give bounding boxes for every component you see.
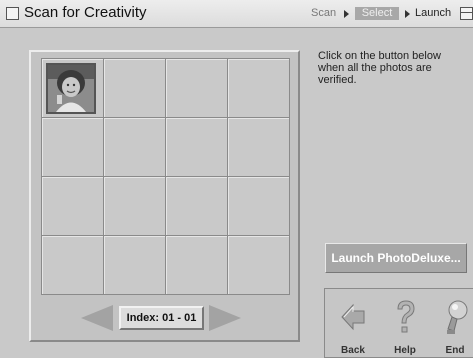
photo-cell[interactable]: [228, 59, 290, 118]
photo-cell[interactable]: [228, 118, 290, 177]
photo-cell[interactable]: [166, 59, 228, 118]
end-button[interactable]: End: [435, 295, 473, 357]
step-select: Select: [355, 7, 399, 20]
next-page-arrow-icon[interactable]: [209, 305, 241, 331]
previous-page-arrow-icon[interactable]: [81, 305, 113, 331]
photo-cell[interactable]: [166, 118, 228, 177]
step-arrow-icon: [405, 10, 410, 18]
collapse-box-icon[interactable]: [460, 7, 473, 20]
photo-cell[interactable]: [104, 59, 166, 118]
lightbulb-icon: [447, 300, 468, 334]
photo-cell[interactable]: [42, 177, 104, 236]
launch-photodeluxe-button[interactable]: Launch PhotoDeluxe...: [325, 243, 467, 273]
index-label: Index: 01 - 01: [126, 312, 197, 324]
photo-cell[interactable]: [228, 236, 290, 295]
photo-cell[interactable]: [166, 236, 228, 295]
photo-cell[interactable]: [104, 236, 166, 295]
question-mark-icon: [397, 300, 415, 333]
toolbar-panel: Back Help End: [324, 288, 473, 358]
photo-cell[interactable]: [42, 236, 104, 295]
window-title: Scan for Creativity: [24, 4, 147, 21]
photo-cell[interactable]: [104, 118, 166, 177]
help-label: Help: [394, 345, 416, 356]
back-arrow-icon: [341, 303, 365, 331]
photo-cell[interactable]: [42, 118, 104, 177]
help-button[interactable]: Help: [385, 295, 425, 357]
close-box-icon[interactable]: [6, 7, 19, 20]
photo-cell[interactable]: [42, 59, 104, 118]
end-label: End: [445, 345, 465, 356]
back-label: Back: [341, 345, 365, 356]
back-button[interactable]: Back: [333, 295, 373, 357]
photo-cell[interactable]: [104, 177, 166, 236]
step-launch: Launch: [415, 7, 452, 19]
photo-thumbnail[interactable]: [46, 63, 96, 114]
step-scan: Scan: [311, 7, 337, 19]
title-bar: Scan for Creativity Scan Select Launch: [0, 0, 473, 28]
photo-cell[interactable]: [228, 177, 290, 236]
photo-cell[interactable]: [166, 177, 228, 236]
step-indicator: Scan Select Launch: [289, 7, 473, 21]
index-display: Index: 01 - 01: [119, 306, 204, 330]
instructions-text: Click on the button below when all the p…: [318, 50, 441, 86]
photo-panel: Index: 01 - 01: [29, 50, 300, 342]
photo-grid: [41, 58, 290, 295]
step-arrow-icon: [344, 10, 349, 18]
